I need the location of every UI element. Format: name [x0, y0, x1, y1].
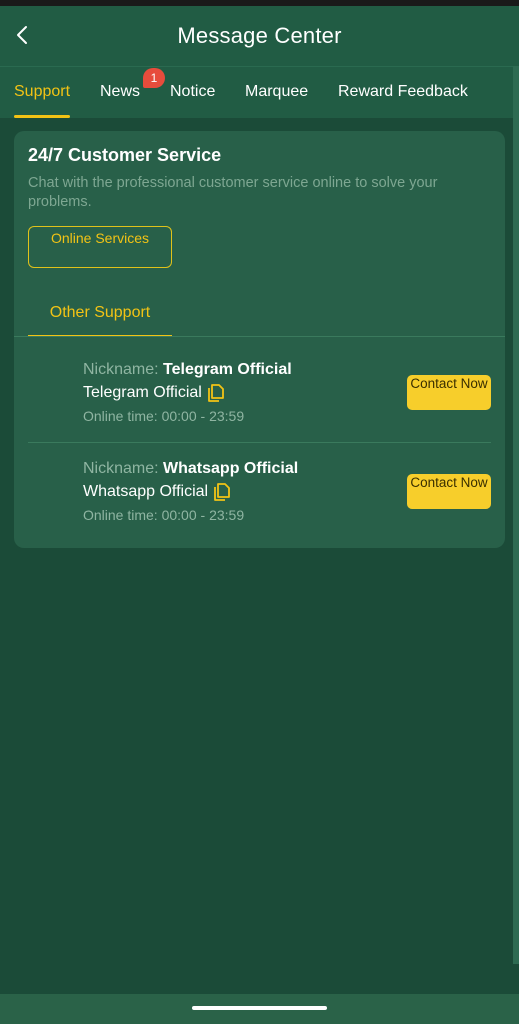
tab-reward-feedback[interactable]: Reward Feedback	[338, 67, 468, 118]
chevron-left-icon	[17, 26, 27, 44]
customer-service-card: 24/7 Customer Service Chat with the prof…	[14, 131, 505, 548]
contact-now-button[interactable]: Contact Now	[407, 375, 491, 410]
divider	[28, 442, 491, 443]
scrollbar[interactable]	[513, 66, 519, 964]
tab-marquee[interactable]: Marquee	[245, 67, 308, 118]
contact-now-button[interactable]: Contact Now	[407, 474, 491, 509]
contact-now-label: Contact Now	[410, 475, 488, 490]
online-time-row: Online time: 00:00 - 23:59	[83, 408, 244, 424]
list-item: Nickname: Whatsapp Official Whatsapp Off…	[14, 460, 505, 559]
tab-support[interactable]: Support	[14, 67, 71, 118]
home-indicator[interactable]	[192, 1006, 327, 1010]
nickname-label: Nickname:	[83, 361, 159, 378]
divider	[14, 336, 505, 337]
tab-bar: Support News Notice Marquee Reward Feedb…	[0, 66, 519, 118]
online-services-label: Online Services	[50, 230, 150, 246]
header: Message Center	[0, 6, 519, 66]
list-item: Nickname: Telegram Official Telegram Off…	[14, 361, 505, 460]
online-time-label: Online time:	[83, 408, 158, 424]
copy-icon[interactable]	[207, 384, 224, 402]
contact-now-label: Contact Now	[410, 376, 488, 391]
news-unread-badge: 1	[143, 68, 165, 88]
online-time-value: 00:00 - 23:59	[161, 408, 245, 424]
tab-other-support[interactable]: Other Support	[28, 294, 172, 337]
nickname-value: Whatsapp Official	[163, 460, 299, 477]
card-title: 24/7 Customer Service	[28, 145, 222, 165]
online-services-button[interactable]: Online Services	[28, 226, 172, 268]
back-button[interactable]	[12, 20, 34, 50]
tab-news[interactable]: News	[100, 67, 140, 118]
account-value: Telegram Official	[83, 384, 202, 401]
account-value: Whatsapp Official	[83, 483, 209, 500]
account-row: Telegram Official	[83, 384, 224, 402]
nickname-label: Nickname:	[83, 460, 159, 477]
account-row: Whatsapp Official	[83, 483, 230, 501]
page-title: Message Center	[177, 23, 342, 48]
tab-notice[interactable]: Notice	[170, 67, 215, 118]
online-time-row: Online time: 00:00 - 23:59	[83, 507, 244, 523]
online-time-value: 00:00 - 23:59	[161, 507, 245, 523]
nickname-row: Nickname: Whatsapp Official	[83, 460, 298, 478]
card-description: Chat with the professional customer serv…	[28, 175, 438, 210]
online-time-label: Online time:	[83, 507, 158, 523]
nickname-value: Telegram Official	[163, 361, 292, 378]
nickname-row: Nickname: Telegram Official	[83, 361, 292, 379]
copy-icon[interactable]	[214, 483, 230, 501]
